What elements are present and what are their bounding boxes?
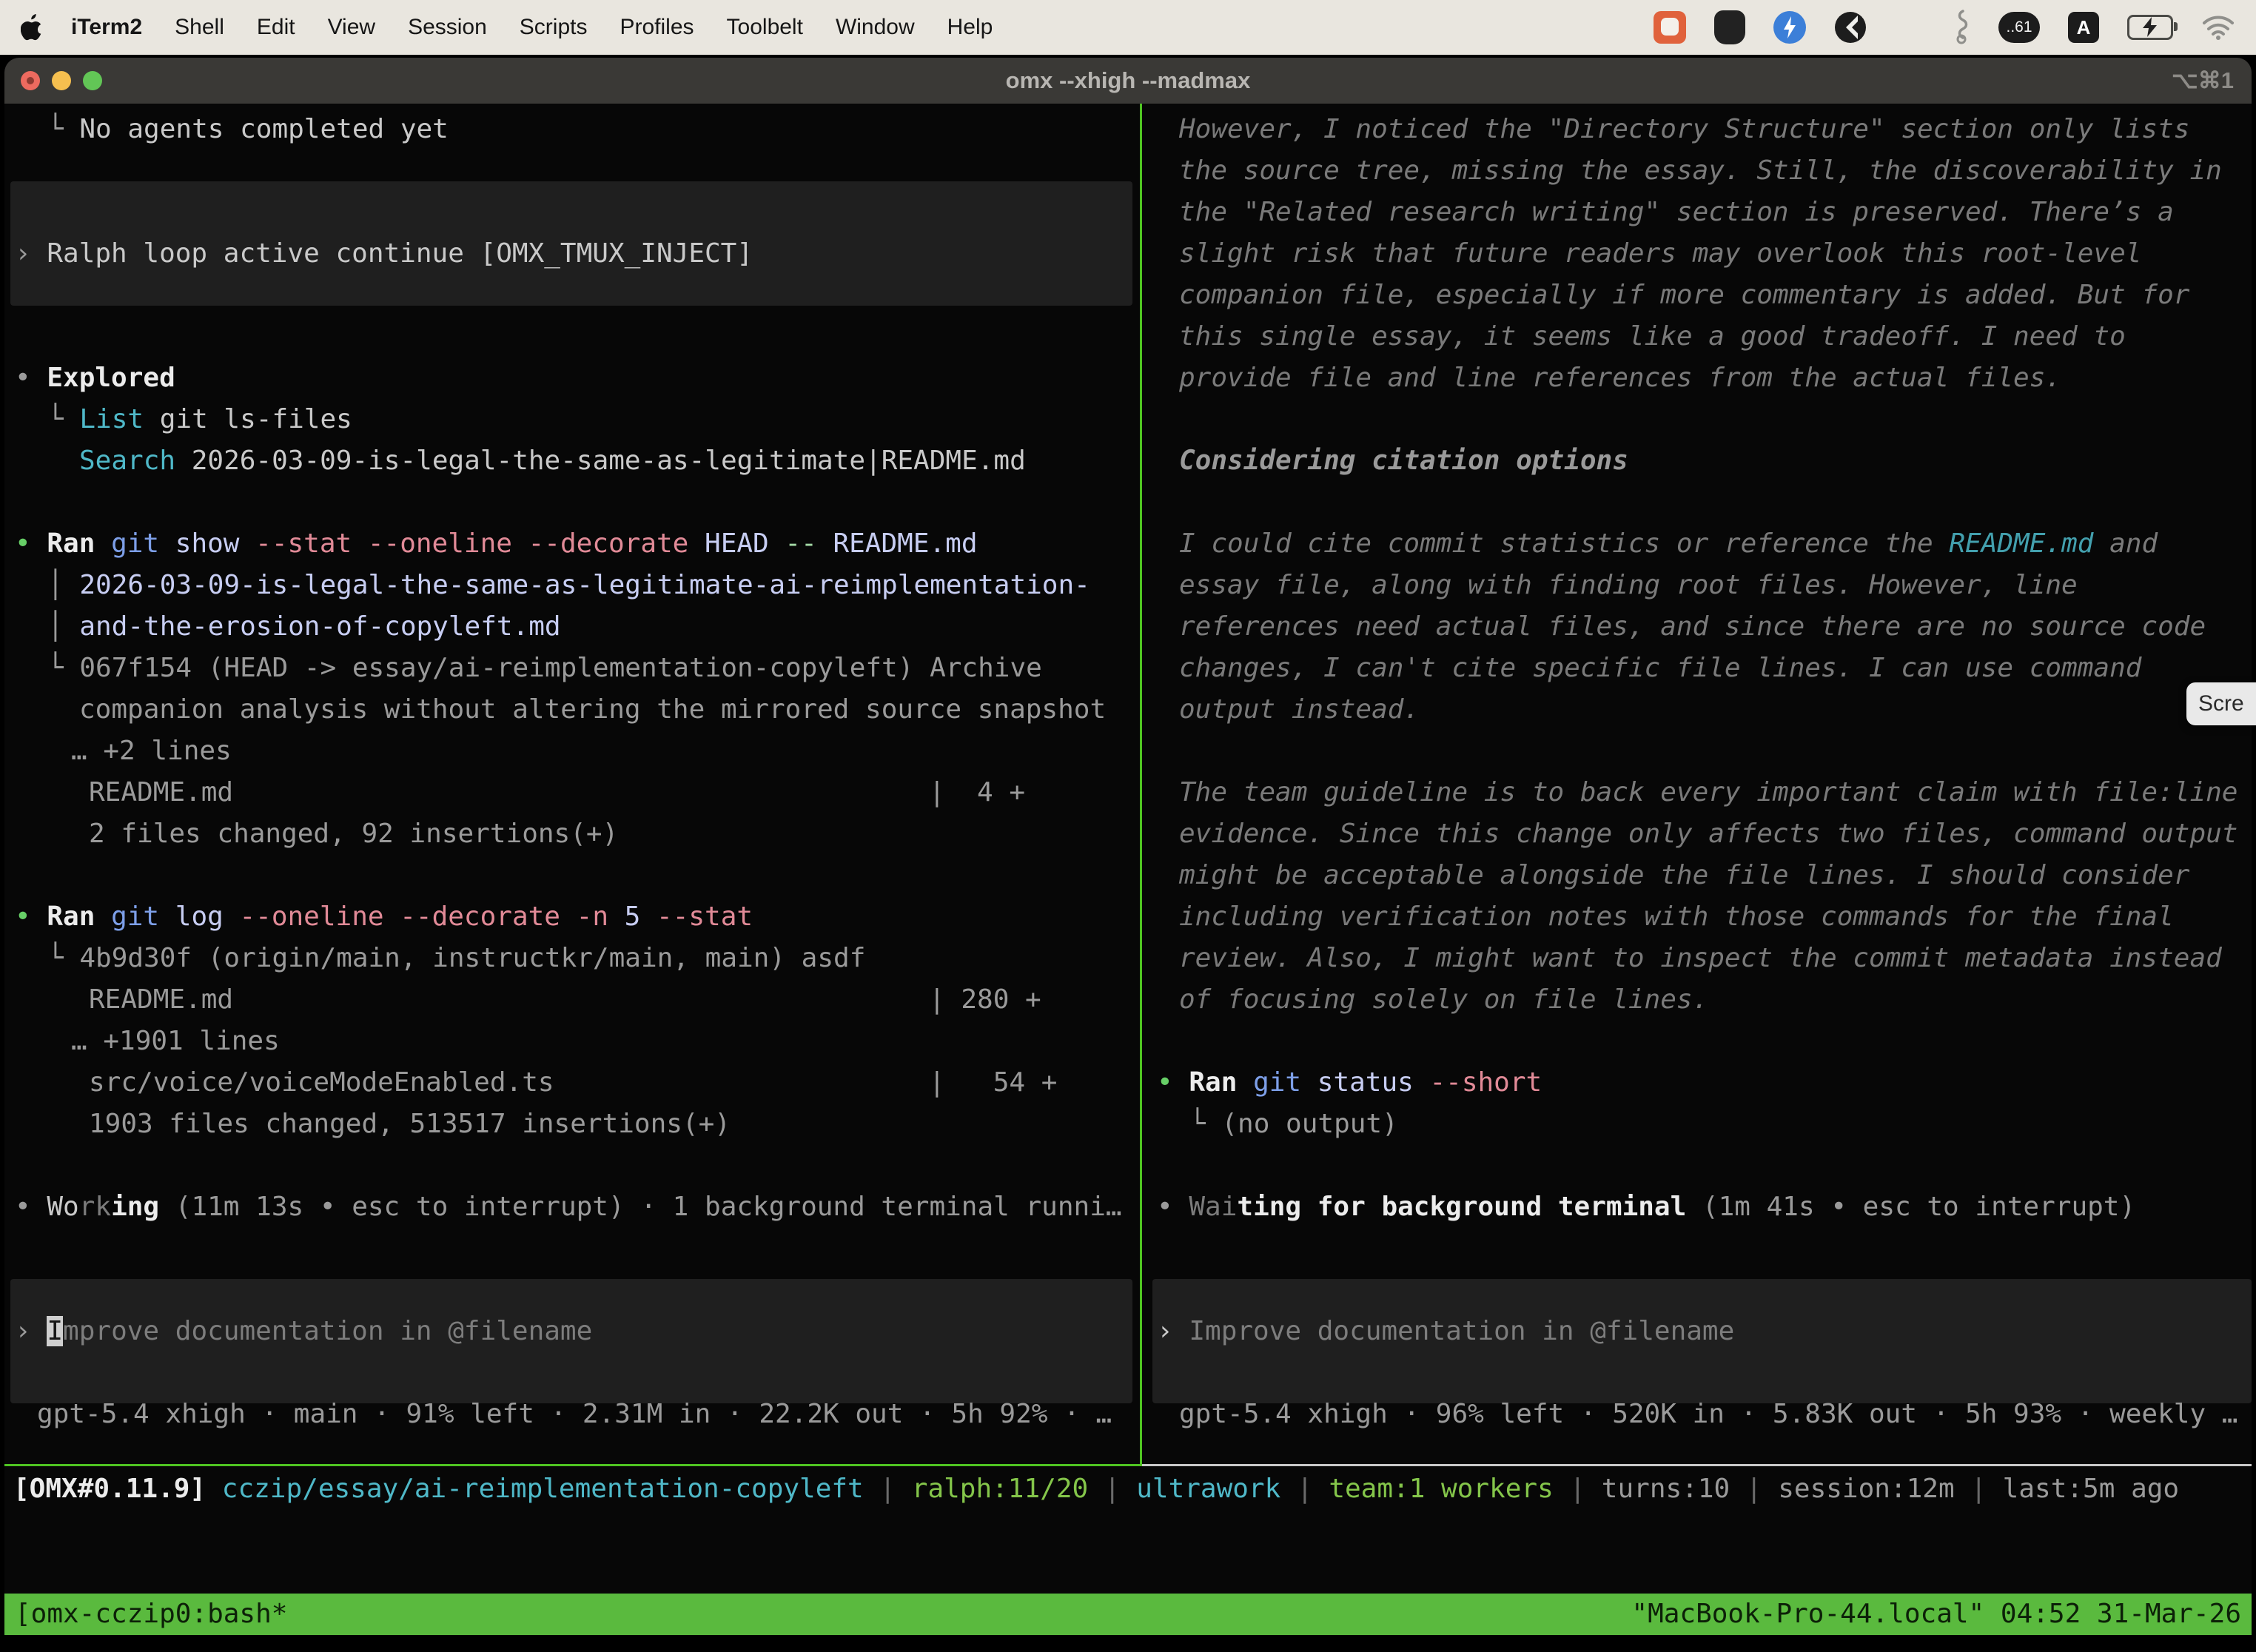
apple-menu-icon[interactable]	[21, 14, 43, 41]
terminal-line: • Working (11m 13s • esc to interrupt) ·…	[4, 1186, 1140, 1228]
input-source-icon[interactable]: A	[2068, 12, 2099, 43]
terminal-line: gpt-5.4 xhigh · 96% left · 520K in · 5.8…	[1142, 1394, 2252, 1435]
terminal-line: Search 2026-03-09-is-legal-the-same-as-l…	[4, 440, 1140, 482]
omx-segment: |	[1554, 1474, 1602, 1504]
terminal-line: • Ran git log --oneline --decorate -n 5 …	[4, 896, 1140, 938]
terminal-line: review. Also, I might want to inspect th…	[1142, 938, 2252, 979]
menu-session[interactable]: Session	[408, 15, 487, 40]
terminal-line: of focusing solely on file lines.	[1142, 979, 2252, 1021]
terminal-line: └ 4b9d30f (origin/main, instructkr/main,…	[4, 938, 1140, 979]
omx-segment: |	[1955, 1474, 2003, 1504]
omx-segment: |	[864, 1474, 912, 1504]
screen: iTerm2 Shell Edit View Session Scripts Profil…	[0, 0, 2256, 1652]
iterm2-window: omx --xhigh --madmax ⌥⌘1 └ No agents com…	[4, 58, 2252, 1635]
terminal-line: └ List git ls-files	[4, 399, 1140, 440]
terminal-line: • Waiting for background terminal (1m 41…	[1142, 1186, 2252, 1228]
terminal-line: gpt-5.4 xhigh · main · 91% left · 2.31M …	[4, 1394, 1140, 1435]
terminal-line: src/voice/voiceModeEnabled.ts| 54 +	[4, 1062, 1140, 1104]
omx-segment: [OMX#0.11.9]	[13, 1474, 206, 1504]
crescent-circle-icon[interactable]	[1834, 11, 1867, 44]
squiggle-icon[interactable]	[1953, 10, 1970, 45]
terminal-line: evidence. Since this change only affects…	[1142, 813, 2252, 855]
terminal-line: companion file, especially if more comme…	[1142, 275, 2252, 316]
terminal-area: └ No agents completed yet › Ralph loop ac…	[4, 104, 2252, 1635]
title-bar: omx --xhigh --madmax ⌥⌘1	[4, 58, 2252, 104]
omx-segment: session:12m	[1778, 1474, 1954, 1504]
terminal-line: essay file, along with finding root file…	[1142, 565, 2252, 606]
terminal-line: companion analysis without altering the …	[4, 689, 1140, 731]
omx-status-line: [OMX#0.11.9] cczip/essay/ai-reimplementa…	[13, 1468, 2179, 1510]
menu-edit[interactable]: Edit	[257, 15, 295, 40]
terminal-line: this single essay, it seems like a good …	[1142, 316, 2252, 357]
omx-segment: |	[1730, 1474, 1778, 1504]
status-badge[interactable]: ..61	[1998, 12, 2040, 43]
omx-segment: team:1 workers	[1329, 1474, 1553, 1504]
terminal-line: … +1901 lines	[4, 1021, 1140, 1062]
dot-grid-icon[interactable]	[1895, 13, 1924, 42]
terminal-line: changes, I can't cite specific file line…	[1142, 648, 2252, 689]
terminal-line: However, I noticed the "Directory Struct…	[1142, 109, 2252, 150]
omx-segment: ralph:11/20	[912, 1474, 1088, 1504]
battery-charging-icon[interactable]	[2127, 15, 2173, 40]
terminal-line: › Improve documentation in @filename	[1142, 1311, 2252, 1352]
menu-toolbelt[interactable]: Toolbelt	[727, 15, 803, 40]
terminal-line: references need actual files, and since …	[1142, 606, 2252, 648]
terminal-line: might be acceptable alongside the file l…	[1142, 855, 2252, 896]
terminal-line: slight risk that future readers may over…	[1142, 233, 2252, 275]
menu-help[interactable]: Help	[947, 15, 993, 40]
chat-notification-icon[interactable]	[1654, 11, 1686, 44]
omx-segment: ultrawork	[1136, 1474, 1280, 1504]
terminal-line: 2 files changed, 92 insertions(+)	[4, 813, 1140, 855]
menu-window[interactable]: Window	[836, 15, 915, 40]
terminal-line: └ (no output)	[1142, 1104, 2252, 1145]
omx-segment: last:5m ago	[2003, 1474, 2179, 1504]
terminal-line: README.md| 4 +	[4, 772, 1140, 813]
menu-items: Shell Edit View Session Scripts Profiles Toolb…	[175, 15, 993, 40]
wifi-icon[interactable]	[2201, 14, 2235, 41]
menu-bar: iTerm2 Shell Edit View Session Scripts Profil…	[0, 0, 2256, 55]
bolt-badge-icon[interactable]	[1773, 11, 1806, 44]
omx-segment: |	[1280, 1474, 1329, 1504]
menu-view[interactable]: View	[328, 15, 375, 40]
tmux-session-window[interactable]: [omx-cczip0:bash*	[15, 1594, 287, 1635]
terminal-line: • Explored	[4, 357, 1140, 399]
terminal-line: Considering citation options	[1142, 440, 2252, 482]
left-pane: └ No agents completed yet › Ralph loop ac…	[4, 104, 1140, 1464]
terminal-line: • Ran git status --short	[1142, 1062, 2252, 1104]
terminal-line: • Ran git show --stat --oneline --decora…	[4, 523, 1140, 565]
terminal-line: I could cite commit statistics or refere…	[1142, 523, 2252, 565]
menu-profiles[interactable]: Profiles	[620, 15, 694, 40]
terminal-line: │ 2026-03-09-is-legal-the-same-as-legiti…	[4, 565, 1140, 606]
terminal-line: └ No agents completed yet	[4, 109, 1140, 150]
right-pane: However, I noticed the "Directory Struct…	[1142, 104, 2252, 1464]
terminal-line: 1903 files changed, 513517 insertions(+)	[4, 1104, 1140, 1145]
shield-keypad-icon[interactable]	[1714, 10, 1745, 44]
app-name[interactable]: iTerm2	[71, 15, 142, 40]
terminal-line: └ 067f154 (HEAD -> essay/ai-reimplementa…	[4, 648, 1140, 689]
active-pane-border	[4, 1464, 1140, 1466]
omx-segment: |	[1088, 1474, 1136, 1504]
terminal-line: › Improve documentation in @filename	[4, 1311, 1140, 1352]
menu-scripts[interactable]: Scripts	[520, 15, 588, 40]
terminal-line: The team guideline is to back every impo…	[1142, 772, 2252, 813]
tmux-status-bar: [omx-cczip0:bash* "MacBook-Pro-44.local"…	[4, 1594, 2252, 1635]
terminal-line: … +2 lines	[4, 731, 1140, 772]
tmux-host-clock: "MacBook-Pro-44.local" 04:52 31-Mar-26	[1631, 1594, 2241, 1635]
omx-segment: turns:10	[1602, 1474, 1730, 1504]
terminal-line: output instead.	[1142, 689, 2252, 731]
terminal-line: including verification notes with those …	[1142, 896, 2252, 938]
omx-segment: cczip/essay/ai-reimplementation-copyleft	[222, 1474, 864, 1504]
terminal-line: the source tree, missing the essay. Stil…	[1142, 150, 2252, 192]
terminal-line: › Ralph loop active continue [OMX_TMUX_I…	[4, 233, 1140, 275]
inactive-pane-border	[1142, 1464, 2252, 1466]
terminal-line: README.md| 280 +	[4, 979, 1140, 1021]
window-title: omx --xhigh --madmax	[4, 67, 2252, 94]
terminal-line: │ and-the-erosion-of-copyleft.md	[4, 606, 1140, 648]
screen-share-chip[interactable]: Scre	[2186, 682, 2256, 725]
terminal-line: the "Related research writing" section i…	[1142, 192, 2252, 233]
menu-bar-status-icons: ..61 A	[1654, 10, 2235, 45]
terminal-line: provide file and line references from th…	[1142, 357, 2252, 399]
omx-segment	[206, 1474, 222, 1504]
menu-shell[interactable]: Shell	[175, 15, 224, 40]
